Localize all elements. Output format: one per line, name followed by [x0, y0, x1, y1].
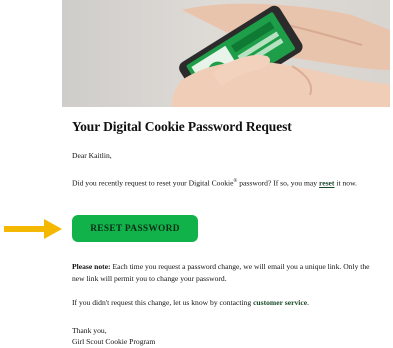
request-text-2: password? If so, you may [237, 178, 319, 188]
note-label: Please note: [72, 262, 111, 271]
greeting: Dear Kaitlin, [72, 151, 112, 160]
arrow-right-icon [4, 219, 62, 239]
no-change-text: If you didn't request this change, let u… [72, 298, 254, 307]
customer-service-link[interactable]: customer service [253, 298, 307, 307]
request-paragraph: Did you recently request to reset your D… [72, 176, 384, 190]
request-text-3: it now. [334, 178, 357, 188]
email-title: Your Digital Cookie Password Request [72, 119, 292, 134]
no-change-paragraph: If you didn't request this change, let u… [72, 297, 384, 309]
note-text: Each time you request a password change,… [72, 262, 370, 283]
reset-link[interactable]: reset [319, 179, 334, 188]
no-change-end: . [307, 298, 310, 307]
note-paragraph: Please note: Each time you request a pas… [72, 261, 384, 285]
request-text-1: Did you recently request to reset your D… [72, 178, 234, 188]
reset-password-button[interactable]: RESET PASSWORD [72, 215, 198, 242]
hero-image [62, 0, 390, 107]
signature: Girl Scout Cookie Program [72, 337, 156, 346]
